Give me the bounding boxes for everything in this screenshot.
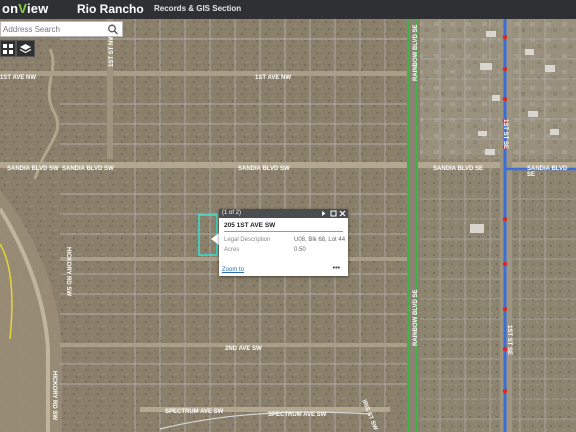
field-label-acres: Acres: [224, 247, 240, 253]
next-feature-icon[interactable]: [320, 210, 327, 217]
logo-mark: V: [18, 1, 27, 16]
info-popup: (1 of 2) 205 1ST AVE SW Legal Descriptio…: [219, 209, 348, 276]
residential-area: [420, 19, 576, 159]
logo-suffix: iew: [26, 1, 49, 16]
field-value-acres: 0.50: [294, 247, 306, 253]
popup-divider: [224, 231, 343, 232]
search-icon[interactable]: [106, 23, 120, 36]
field-label-legal-description: Legal Description: [224, 237, 271, 243]
popup-header: (1 of 2): [219, 209, 348, 218]
popup-pointer: [211, 233, 219, 245]
app-logo: onView: [2, 1, 49, 16]
close-icon[interactable]: [339, 210, 346, 217]
section-title: Records & GIS Section: [154, 4, 242, 13]
grid-icon: [3, 44, 13, 54]
field-value-legal-description: U08, Blk 68, Lot 44: [294, 237, 346, 243]
zoom-to-link[interactable]: Zoom to: [222, 267, 244, 273]
more-actions-button[interactable]: •••: [333, 265, 340, 272]
layers-icon: [19, 44, 32, 54]
app-header: onView Rio Rancho Records & GIS Section: [0, 0, 576, 19]
basemap-button[interactable]: [0, 40, 16, 57]
logo-prefix: on: [2, 1, 19, 16]
popup-title: 205 1ST AVE SW: [224, 222, 276, 229]
address-search[interactable]: [0, 21, 123, 37]
layers-button[interactable]: [16, 40, 35, 57]
popup-feature-count: (1 of 2): [222, 210, 242, 216]
search-input[interactable]: [3, 23, 103, 35]
maximize-icon[interactable]: [330, 210, 337, 217]
app-title: Rio Rancho: [77, 2, 144, 16]
